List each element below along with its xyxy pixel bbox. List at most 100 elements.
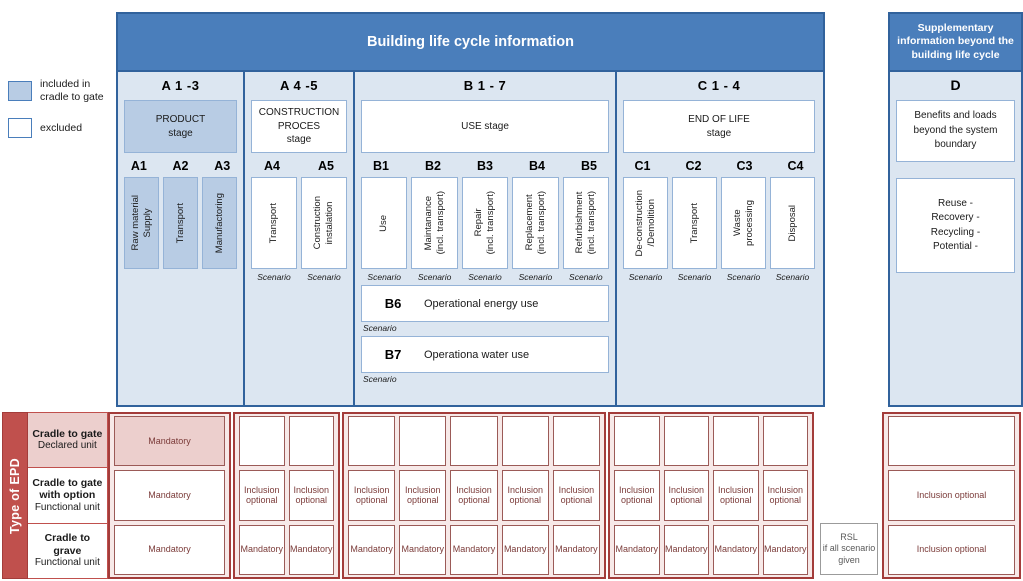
epd-cell[interactable] — [614, 416, 660, 467]
stage-code-c14: C 1 - 4 — [697, 77, 741, 93]
module-codes-c14: C1 C2 C3 C4 — [617, 155, 821, 177]
module-label-a4: Transport — [268, 202, 280, 244]
epd-row: Mandatory Mandatory Mandatory Mandatory … — [344, 523, 604, 577]
stage-box-product: PRODUCT stage — [124, 100, 237, 153]
epd-row: Inclusion optional Inclusion optional In… — [610, 468, 812, 522]
module-cell-c1[interactable]: De-construction /Demolition — [621, 177, 670, 269]
module-label-c1: De-construction /Demolition — [633, 189, 657, 257]
module-cell-b2[interactable]: Maintanance (incl. transport) — [409, 177, 459, 269]
epd-cell[interactable]: Mandatory — [663, 524, 709, 575]
epd-group-c14: Inclusion optional Inclusion optional In… — [608, 412, 814, 579]
module-codes-a45: A4 A5 — [245, 155, 353, 177]
epd-cell[interactable]: Mandatory — [762, 524, 808, 575]
epd-cell[interactable] — [399, 416, 447, 467]
epd-group-a45: Inclusion optional Inclusion optional Ma… — [233, 412, 340, 579]
epd-cell[interactable]: Mandatory — [114, 416, 225, 467]
scenario-c4: Scenario — [775, 272, 810, 282]
epd-cell[interactable]: Inclusion optional — [552, 470, 601, 521]
epd-cell[interactable]: Inclusion optional — [501, 470, 549, 521]
epd-cell[interactable] — [552, 416, 601, 467]
scenario-a4: Scenario — [257, 272, 291, 282]
module-label-b7: Operationa water use — [424, 348, 530, 361]
module-cell-c3[interactable]: Waste processing — [719, 177, 768, 269]
epd-cell[interactable]: Inclusion optional — [762, 470, 808, 521]
module-cell-b1[interactable]: Use — [359, 177, 409, 269]
scenario-a5: Scenario — [307, 272, 341, 282]
module-codes-a13: A1 A2 A3 — [118, 155, 243, 177]
epd-cell[interactable]: Inclusion optional — [288, 470, 334, 521]
epd-row-main-2: Cradle to grave — [44, 532, 91, 557]
epd-cell[interactable]: Mandatory — [501, 524, 549, 575]
module-code-a3: A3 — [214, 159, 231, 173]
scenario-row-b15: Scenario Scenario Scenario Scenario Scen… — [355, 269, 615, 285]
epd-rsl-note[interactable]: RSL if all scenario given — [820, 523, 878, 575]
stage-column-c14: C 1 - 4 END OF LIFE stage C1 C2 C3 C4 De… — [617, 72, 821, 405]
module-label-b3: Repair (incl. transport) — [473, 191, 497, 255]
legend-item-excluded: excluded — [8, 118, 113, 139]
epd-cell[interactable]: Inclusion optional — [888, 470, 1015, 521]
module-label-a5: Construction instalation — [312, 196, 335, 250]
module-cell-c4[interactable]: Disposal — [768, 177, 817, 269]
epd-row-label-cradle-to-gate: Cradle to gate Declared unit — [27, 413, 107, 469]
epd-cell[interactable] — [762, 416, 808, 467]
module-cell-a3[interactable]: Manufactoring — [200, 177, 239, 269]
module-cell-b5[interactable]: Refurbishment (incl. transport) — [561, 177, 611, 269]
epd-cell[interactable] — [501, 416, 549, 467]
module-boxes-b15: Use Maintanance (incl. transport) Repair… — [355, 177, 615, 269]
epd-side-label-text: Type of EPD — [7, 457, 22, 534]
module-cell-a4[interactable]: Transport — [249, 177, 299, 269]
epd-row-sub-2: Functional unit — [34, 557, 100, 569]
epd-cell[interactable]: Inclusion optional — [450, 470, 498, 521]
epd-cell[interactable] — [888, 416, 1015, 467]
stage-column-a45: A 4 -5 CONSTRUCTION PROCES stage A4 A5 T… — [245, 72, 355, 405]
epd-row-labels: Cradle to gate Declared unit Cradle to g… — [27, 412, 108, 579]
epd-cell[interactable]: Inclusion optional — [663, 470, 709, 521]
supplementary-code-d: D — [950, 77, 961, 93]
epd-cell[interactable]: Mandatory — [239, 524, 285, 575]
scenario-row-c14: Scenario Scenario Scenario Scenario — [617, 269, 821, 285]
supplementary-benefits-box[interactable]: Benefits and loads beyond the system bou… — [896, 100, 1015, 162]
epd-cell[interactable] — [450, 416, 498, 467]
epd-cell[interactable]: Inclusion optional — [348, 470, 396, 521]
module-cell-c2[interactable]: Transport — [670, 177, 719, 269]
module-boxes-c14: De-construction /Demolition Transport Wa… — [617, 177, 821, 269]
epd-cell[interactable] — [713, 416, 759, 467]
module-code-b3: B3 — [477, 159, 493, 173]
epd-cell[interactable]: Mandatory — [552, 524, 601, 575]
module-code-c1: C1 — [634, 159, 651, 173]
module-cell-b3[interactable]: Repair (incl. transport) — [460, 177, 510, 269]
epd-cell[interactable]: Inclusion optional — [888, 524, 1015, 575]
lifecycle-title: Building life cycle information — [118, 14, 823, 72]
epd-cell[interactable]: Mandatory — [288, 524, 334, 575]
module-cell-a1[interactable]: Raw material Supply — [122, 177, 161, 269]
stage-code-b17: B 1 - 7 — [463, 77, 507, 93]
epd-cell[interactable]: Inclusion optional — [713, 470, 759, 521]
epd-row: Inclusion optional — [884, 523, 1019, 577]
module-cell-b7[interactable]: B7 Operationa water use — [361, 336, 609, 373]
epd-cell[interactable]: Mandatory — [114, 524, 225, 575]
epd-cell[interactable]: Mandatory — [114, 470, 225, 521]
module-cell-b6[interactable]: B6 Operational energy use — [361, 285, 609, 322]
epd-cell[interactable]: Mandatory — [614, 524, 660, 575]
module-cell-a5[interactable]: Construction instalation — [299, 177, 349, 269]
epd-rsl-group: RSL if all scenario given — [820, 412, 878, 579]
scenario-b5: Scenario — [569, 272, 603, 282]
module-label-a3: Manufactoring — [213, 192, 225, 254]
epd-cell[interactable]: Mandatory — [713, 524, 759, 575]
epd-cell[interactable] — [348, 416, 396, 467]
epd-cell[interactable] — [663, 416, 709, 467]
module-cell-a2[interactable]: Transport — [161, 177, 200, 269]
epd-cell[interactable]: Inclusion optional — [239, 470, 285, 521]
epd-cell[interactable]: Inclusion optional — [399, 470, 447, 521]
epd-cell[interactable] — [288, 416, 334, 467]
epd-cell[interactable] — [239, 416, 285, 467]
module-cell-b4[interactable]: Replacement (incl. transport) — [510, 177, 560, 269]
supplementary-reuse-box[interactable]: Reuse - Recovery - Recycling - Potential… — [896, 178, 1015, 273]
module-label-c4: Disposal — [786, 204, 798, 242]
epd-cell[interactable]: Mandatory — [399, 524, 447, 575]
stage-box-construction: CONSTRUCTION PROCES stage — [251, 100, 347, 153]
module-code-b5: B5 — [581, 159, 597, 173]
epd-cell[interactable]: Mandatory — [348, 524, 396, 575]
epd-cell[interactable]: Inclusion optional — [614, 470, 660, 521]
epd-cell[interactable]: Mandatory — [450, 524, 498, 575]
